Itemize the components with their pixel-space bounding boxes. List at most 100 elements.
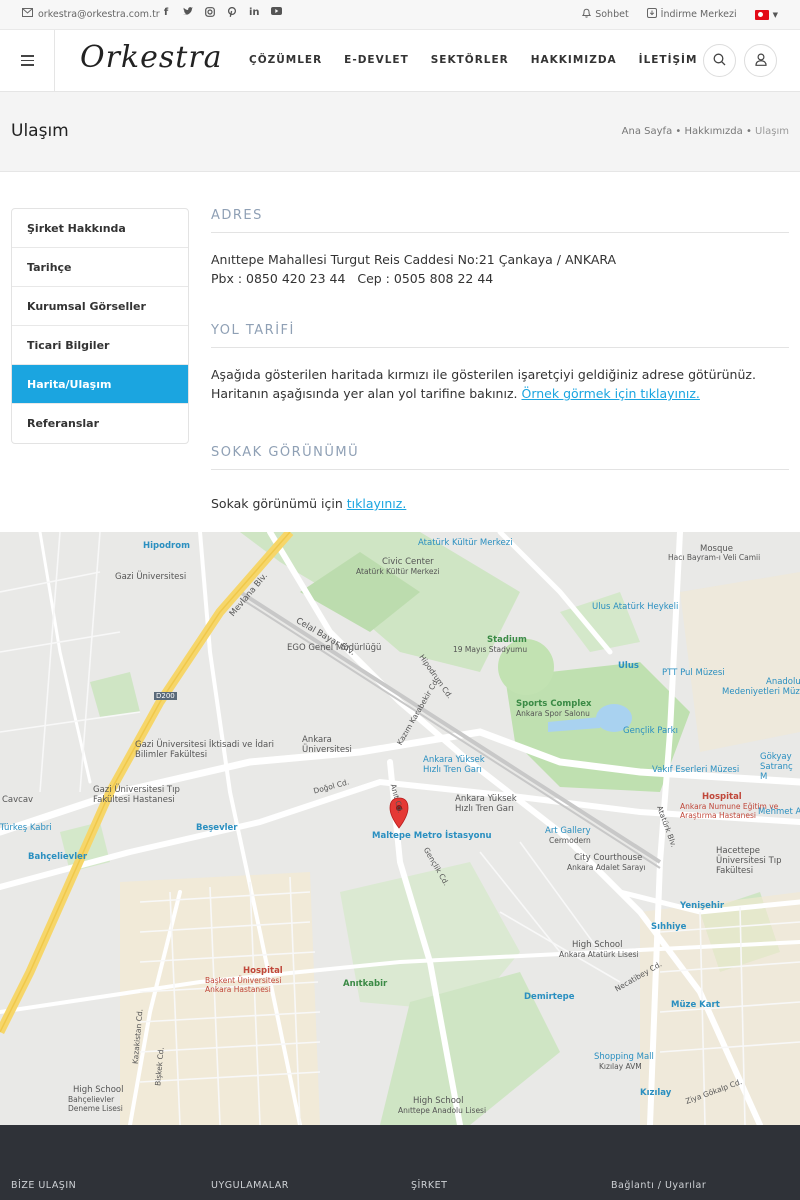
map-label: Ulus Atatürk Heykeli (592, 602, 679, 612)
download-center-link[interactable]: İndirme Merkezi (646, 8, 737, 21)
main-header: Orkestra ÇÖZÜMLER E-DEVLET SEKTÖRLER HAK… (0, 30, 800, 92)
map-label: Anıttepe Anadolu Lisesi (398, 1106, 487, 1115)
footer-heading-links: Bağlantı / Uyarılar (611, 1180, 707, 1191)
youtube-icon[interactable] (271, 7, 282, 20)
map-label: Ankara Adalet Sarayı (567, 863, 646, 872)
nav-item-iletisim[interactable]: İLETİŞİM (639, 54, 698, 66)
instagram-icon[interactable] (205, 7, 215, 20)
map-label: Ankara Yüksek Hızlı Tren Garı (455, 794, 517, 814)
map-label: Yenişehir (680, 901, 725, 911)
map-label: Anıtkabir (343, 979, 388, 989)
search-button[interactable] (703, 44, 736, 77)
social-links: f in (161, 6, 282, 20)
breadcrumb-current: Ulaşım (755, 126, 789, 137)
map-label: Ankara Yüksek Hızlı Tren Garı (423, 755, 485, 775)
nav-item-e-devlet[interactable]: E-DEVLET (344, 54, 409, 66)
map-label: Shopping Mall (594, 1052, 654, 1062)
main-nav: ÇÖZÜMLER E-DEVLET SEKTÖRLER HAKKIMIZDA İ… (249, 54, 697, 66)
breadcrumb-parent[interactable]: Hakkımızda (684, 126, 742, 137)
email-link[interactable]: orkestra@orkestra.com.tr (22, 8, 160, 20)
nav-item-sektorler[interactable]: SEKTÖRLER (431, 54, 509, 66)
map-label: Türkeş Kabri (0, 823, 52, 833)
pinterest-icon[interactable] (227, 6, 237, 20)
street-view-heading: SOKAK GÖRÜNÜMÜ (211, 445, 789, 470)
example-link[interactable]: Örnek görmek için tıklayınız. (521, 386, 699, 401)
linkedin-icon[interactable]: in (249, 7, 260, 20)
map-label: Hospital (243, 966, 283, 976)
map-label: Stadium (487, 635, 527, 645)
map-label: Başkent Üniversitesi Ankara Hastanesi (205, 976, 282, 994)
map-label: Demirtepe (524, 992, 575, 1002)
map-label: Ankara Atatürk Lisesi (559, 950, 639, 959)
map-label: Gazi Üniversitesi (115, 572, 187, 582)
map-label: Hacı Bayram-ı Veli Camii (668, 553, 761, 562)
envelope-icon (22, 8, 33, 20)
language-selector[interactable]: ▼ (754, 9, 778, 20)
location-map[interactable]: Hipodrom Atatürk Kültür Merkezi Civic Ce… (0, 532, 800, 1125)
map-label: Sports Complex (516, 699, 592, 709)
map-label: Cavcav (2, 795, 34, 805)
turkey-flag-icon (754, 9, 769, 20)
sidebar-item-tarihce[interactable]: Tarihçe (12, 248, 188, 287)
download-icon (646, 8, 657, 21)
sidebar-item-harita-ulasim[interactable]: Harita/Ulaşım (12, 365, 188, 404)
map-label: Kızılay (640, 1088, 672, 1098)
map-label: High School (73, 1085, 124, 1095)
footer-heading-company: ŞİRKET (411, 1180, 448, 1191)
map-label: Ankara Üniversitesi (302, 735, 352, 755)
directions-heading: YOL TARİFİ (211, 323, 789, 348)
nav-item-hakkimizda[interactable]: HAKKIMIZDA (531, 54, 617, 66)
chat-link[interactable]: Sohbet (581, 8, 629, 21)
site-logo[interactable]: Orkestra (80, 40, 223, 75)
map-label: 19 Mayıs Stadyumu (453, 645, 528, 654)
email-text: orkestra@orkestra.com.tr (38, 8, 160, 20)
sidebar-item-kurumsal-gorseller[interactable]: Kurumsal Görseller (12, 287, 188, 326)
address-heading: ADRES (211, 208, 789, 233)
twitter-icon[interactable] (183, 7, 193, 20)
street-view-paragraph: Sokak görünümü için tıklayınız. (211, 496, 407, 511)
map-label: City Courthouse (574, 853, 643, 863)
map-label: Hacettepe Üniversitesi Tıp Fakültesi (716, 846, 782, 876)
breadcrumb-home[interactable]: Ana Sayfa (622, 126, 673, 137)
sidebar-item-referanslar[interactable]: Referanslar (12, 404, 188, 443)
hamburger-icon (20, 55, 34, 57)
street-view-link[interactable]: tıklayınız. (347, 496, 407, 511)
search-icon (713, 51, 726, 70)
map-label: Civic Center (382, 557, 434, 567)
map-label: Cermodern (549, 836, 591, 845)
map-label: Anadolu (766, 677, 800, 687)
map-label: Vakıf Eserleri Müzesi (652, 765, 740, 775)
map-label: Ankara Spor Salonu (516, 709, 590, 718)
site-footer: BİZE ULAŞIN UYGULAMALAR ŞİRKET Bağlantı … (0, 1125, 800, 1200)
map-label: Müze Kart (671, 1000, 720, 1010)
chevron-down-icon: ▼ (772, 10, 778, 19)
map-label: EGO Genel Müdürlüğü (287, 643, 382, 653)
map-label: Gençlik Parkı (623, 726, 678, 736)
map-label: Medeniyetleri Müzesi (722, 687, 800, 697)
page-title-band: Ulaşım Ana Sayfa • Hakkımızda • Ulaşım (0, 92, 800, 172)
map-label: PTT Pul Müzesi (662, 668, 725, 678)
user-button[interactable] (744, 44, 777, 77)
menu-toggle-button[interactable] (0, 30, 55, 91)
map-graphics (0, 532, 800, 1125)
map-label: High School (572, 940, 623, 950)
map-label: Bahçelievler (28, 852, 88, 862)
sidebar-menu: Şirket Hakkında Tarihçe Kurumsal Görsell… (11, 208, 189, 444)
facebook-icon[interactable]: f (161, 7, 171, 20)
user-icon (754, 51, 767, 70)
map-label: High School (413, 1096, 464, 1106)
breadcrumb: Ana Sayfa • Hakkımızda • Ulaşım (621, 126, 789, 137)
directions-paragraph: Aşağıda gösterilen haritada kırmızı ile … (211, 367, 756, 401)
sidebar-item-ticari-bilgiler[interactable]: Ticari Bilgiler (12, 326, 188, 365)
phone-text: Pbx : 0850 420 23 44 Cep : 0505 808 22 4… (211, 271, 494, 286)
page-title: Ulaşım (11, 121, 69, 141)
sidebar-item-sirket-hakkinda[interactable]: Şirket Hakkında (12, 209, 188, 248)
map-label: Hospital (702, 792, 742, 802)
bell-icon (581, 8, 592, 21)
footer-heading-apps: UYGULAMALAR (211, 1180, 289, 1191)
map-label: Gazi Üniversitesi İktisadi ve İdari Bili… (135, 740, 275, 760)
nav-item-cozumler[interactable]: ÇÖZÜMLER (249, 54, 322, 66)
map-label: Sıhhiye (651, 922, 687, 932)
address-text: Anıttepe Mahallesi Turgut Reis Caddesi N… (211, 252, 617, 267)
map-label: Mehmet A (758, 807, 800, 817)
